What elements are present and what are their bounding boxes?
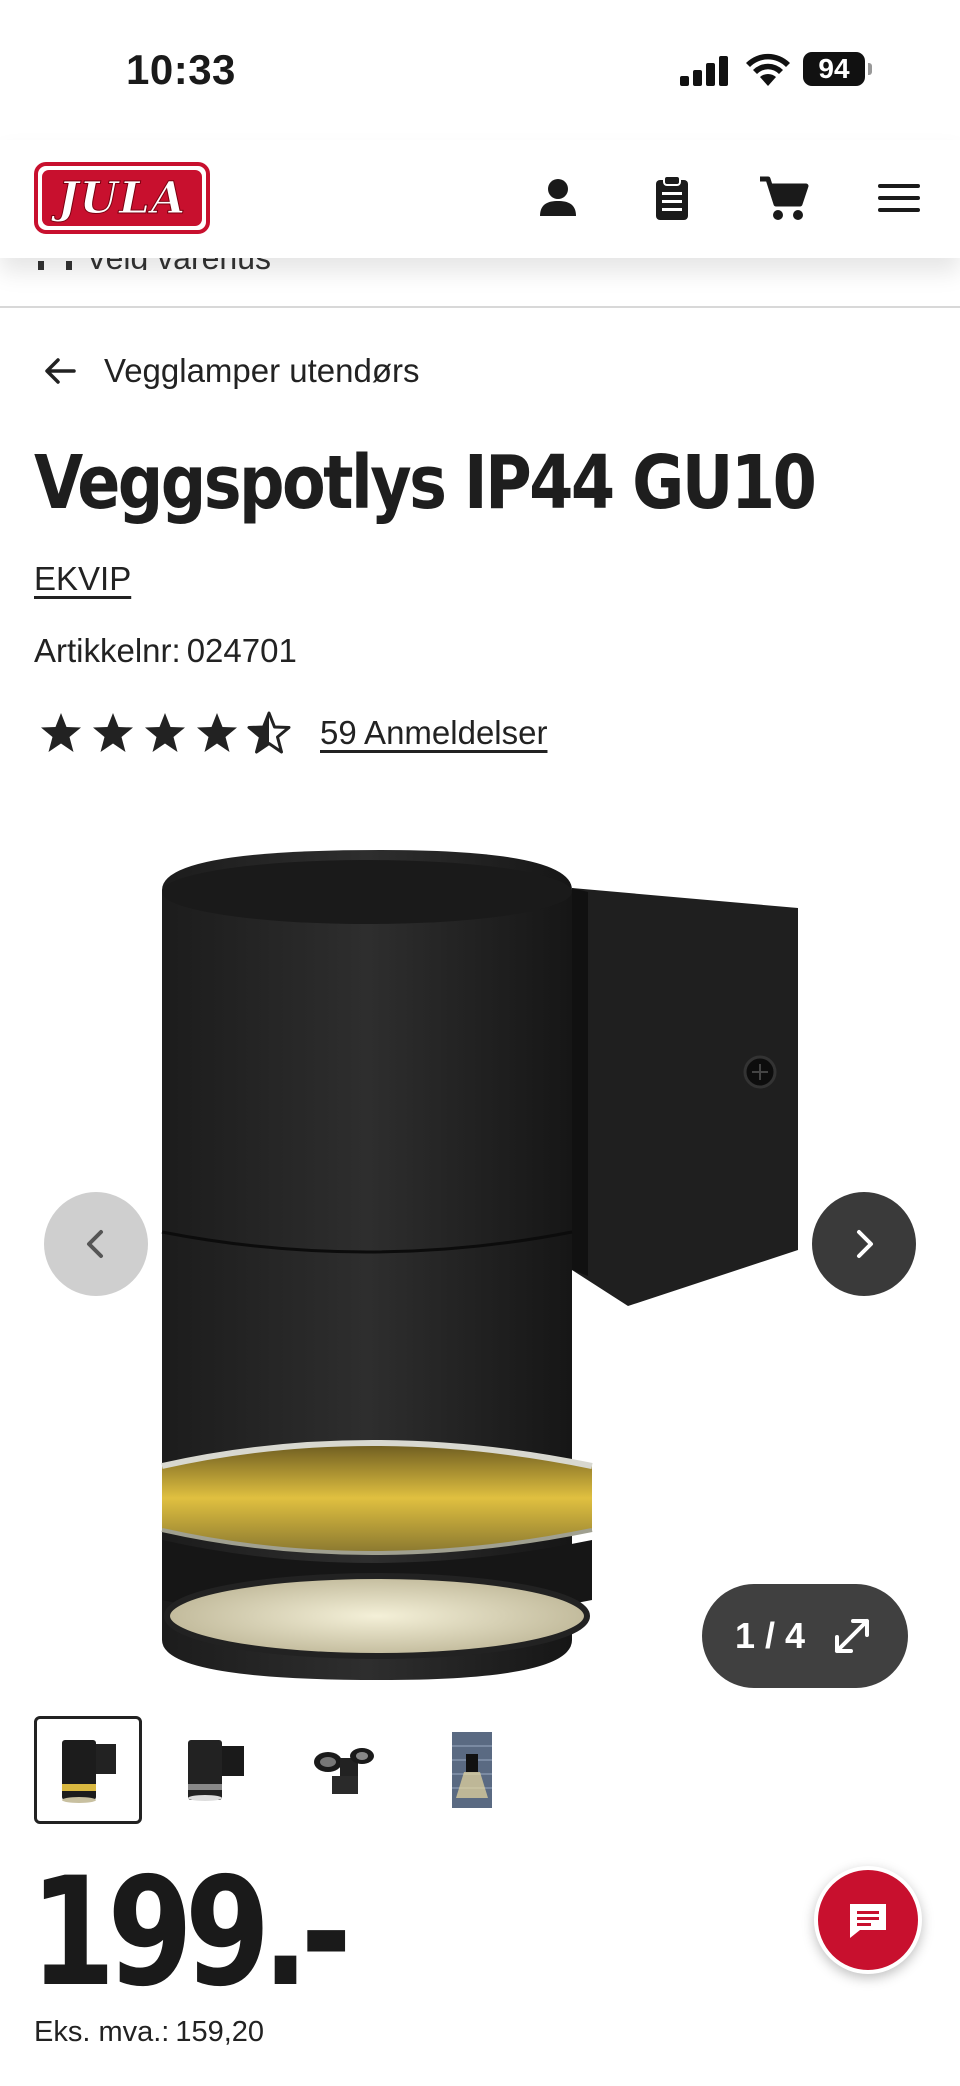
gallery-counter-button[interactable]: 1 / 4 (702, 1584, 908, 1688)
jula-logo[interactable]: JULA (34, 162, 210, 234)
gallery-prev-button[interactable] (44, 1192, 148, 1296)
thumbnail-2[interactable] (162, 1716, 270, 1824)
site-header: JULA (0, 140, 960, 258)
thumbnail-strip (34, 1716, 546, 1824)
star-half-icon (247, 711, 291, 754)
expand-icon (835, 1619, 870, 1653)
product-gallery[interactable]: 1 / 4 (0, 800, 960, 1700)
article-value: 024701 (186, 632, 297, 669)
arrow-left-icon (45, 358, 76, 384)
breadcrumb[interactable]: Vegglamper utendørs (40, 346, 420, 396)
breadcrumb-label: Vegglamper utendørs (104, 352, 420, 389)
article-label: Artikkelnr: (34, 632, 181, 669)
clipboard-icon[interactable] (644, 170, 700, 226)
thumbnail-image (314, 1748, 374, 1794)
price-excl-vat: Eks. mva.: 159,20 (34, 2016, 264, 2049)
chevron-left-icon (87, 1230, 103, 1258)
price-ex-value: 159,20 (175, 2016, 265, 2048)
chat-icon (850, 1904, 886, 1938)
star-icon (145, 713, 185, 752)
chat-button[interactable] (814, 1866, 922, 1974)
product-title: Veggspotlys IP44 GU10 (34, 440, 817, 526)
thumbnail-1[interactable] (34, 1716, 142, 1824)
star-icon (41, 713, 81, 752)
article-number: Artikkelnr: 024701 (34, 632, 297, 670)
thumbnail-image (62, 1740, 116, 1803)
thumbnail-image (188, 1740, 244, 1801)
battery-icon: 94 (803, 52, 872, 86)
chevron-right-icon (857, 1230, 873, 1258)
logo-text: JULA (57, 172, 187, 224)
star-icon (93, 713, 133, 752)
status-bar: 10:33 94 (0, 0, 960, 140)
gallery-counter: 1 / 4 (734, 1615, 806, 1656)
thumbnail-4[interactable] (418, 1716, 526, 1824)
cart-icon[interactable] (756, 170, 812, 226)
thumbnail-3[interactable] (290, 1716, 398, 1824)
product-price: 199.- (30, 1846, 352, 2020)
price-ex-label: Eks. mva.: (34, 2016, 170, 2048)
rating[interactable]: 59 Anmeldelser (38, 710, 547, 756)
signal-icon (680, 56, 730, 86)
wifi-icon (746, 53, 790, 86)
star-icon (197, 713, 237, 752)
brand-link[interactable]: EKVIP (34, 560, 131, 598)
divider (0, 306, 960, 308)
status-time: 10:33 (126, 46, 236, 93)
reviews-link[interactable]: 59 Anmeldelser (320, 714, 547, 752)
gallery-next-button[interactable] (812, 1192, 916, 1296)
store-icon (38, 261, 72, 270)
user-icon[interactable] (530, 170, 586, 226)
menu-icon[interactable] (872, 170, 928, 226)
thumbnail-image (452, 1732, 492, 1808)
